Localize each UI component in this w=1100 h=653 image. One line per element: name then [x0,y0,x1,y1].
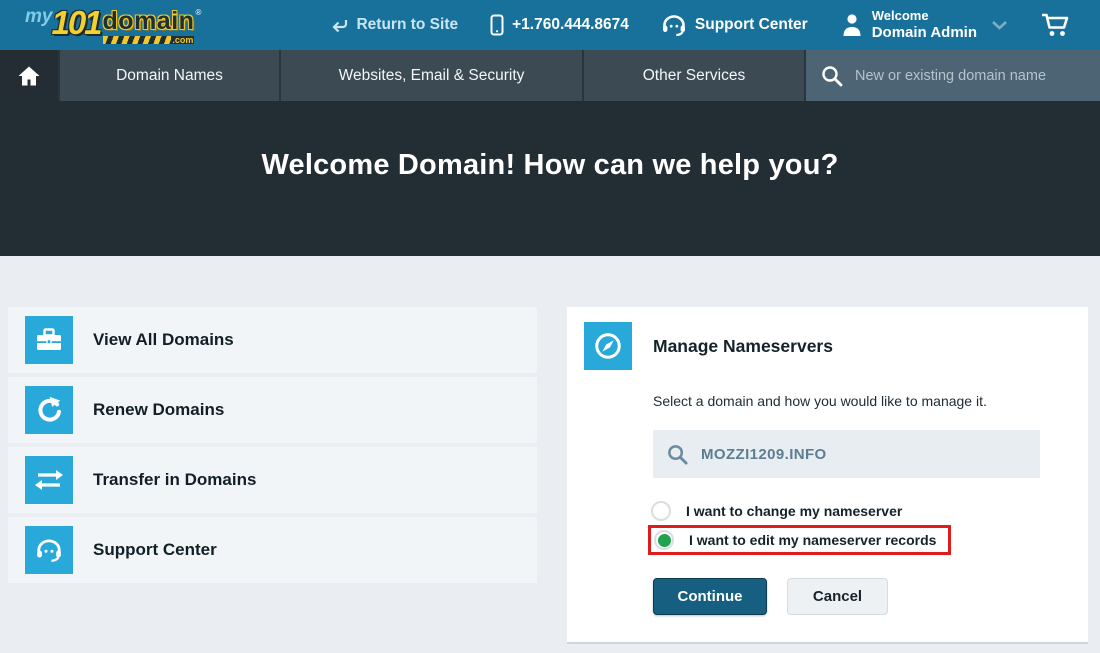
cart-button[interactable] [1040,12,1070,38]
transfer-icon [25,456,73,504]
quick-actions-list: View All Domains Renew Domains Transfer … [8,307,537,587]
logo-101: 101 [51,7,100,38]
phone-link[interactable]: +1.760.444.8674 [490,14,629,36]
home-icon [17,65,41,87]
sidebar-item-label: View All Domains [93,330,234,350]
mobile-phone-icon [490,14,504,36]
sidebar-item-label: Renew Domains [93,400,224,420]
topbar-actions: Return to Site +1.760.444.8674 Support C… [331,9,1100,41]
logo-stripes: .com [103,36,195,44]
sidebar-item-support-center[interactable]: Support Center [8,517,537,583]
sidebar-item-renew-domains[interactable]: Renew Domains [8,377,537,443]
account-menu[interactable]: Welcome Domain Admin [840,9,1008,41]
radio-label: I want to edit my nameserver records [689,532,936,548]
hero-banner: Welcome Domain! How can we help you? [0,101,1100,256]
welcome-label: Welcome [872,8,929,23]
nav-tab-label: Domain Names [116,67,223,85]
domain-select-field[interactable] [653,430,1040,478]
sidebar-item-view-all-domains[interactable]: View All Domains [8,307,537,373]
headset-icon [661,13,687,37]
compass-icon [584,322,632,370]
domain-search-bar[interactable] [804,50,1100,101]
support-center-link[interactable]: Support Center [661,13,808,37]
return-to-site-link[interactable]: Return to Site [331,16,458,34]
support-center-label: Support Center [695,16,808,34]
radio-button-selected[interactable] [654,530,674,550]
phone-number: +1.760.444.8674 [512,16,629,34]
radio-button-unselected[interactable] [651,501,671,521]
hero-title: Welcome Domain! How can we help you? [261,149,838,256]
account-name: Domain Admin [872,24,977,41]
continue-button[interactable]: Continue [653,578,767,615]
sidebar-item-label: Transfer in Domains [93,470,256,490]
site-logo[interactable]: my 101 domain .com ® [25,6,201,44]
logo-domain: domain [103,9,195,34]
panel-title: Manage Nameservers [653,336,833,357]
briefcase-icon [25,316,73,364]
user-icon [840,12,864,38]
main-nav: Domain Names Websites, Email & Security … [0,50,1100,101]
registered-mark: ® [195,8,201,17]
search-icon [820,64,844,88]
nav-tab-label: Other Services [643,67,746,85]
renew-icon [25,386,73,434]
logo-my: my [25,6,52,28]
logo-com: .com [171,36,194,44]
nav-tab-other-services[interactable]: Other Services [582,50,804,101]
panel-subtitle: Select a domain and how you would like t… [653,393,1088,409]
panel-header: Manage Nameservers [567,307,1088,370]
sidebar-item-transfer-in-domains[interactable]: Transfer in Domains [8,447,537,513]
panel-actions: Continue Cancel [653,578,1088,615]
search-icon [666,443,689,466]
top-bar: my 101 domain .com ® Return to Site +1.7… [0,0,1100,50]
radio-label: I want to change my nameserver [686,503,902,519]
chevron-down-icon [991,20,1008,31]
highlight-annotation: I want to edit my nameserver records [648,525,951,555]
domain-input[interactable] [701,446,1001,463]
headset-icon [25,526,73,574]
nav-tab-domain-names[interactable]: Domain Names [58,50,279,101]
nav-tab-websites-email-security[interactable]: Websites, Email & Security [279,50,582,101]
radio-option-edit-records[interactable]: I want to edit my nameserver records [654,530,936,550]
return-to-site-label: Return to Site [356,16,458,34]
nav-search-input[interactable] [855,68,1085,84]
nav-tab-label: Websites, Email & Security [339,67,525,85]
radio-dot [658,534,671,547]
return-arrow-icon [331,18,348,33]
sidebar-item-label: Support Center [93,540,217,560]
cancel-button[interactable]: Cancel [787,578,888,615]
manage-nameservers-panel: Manage Nameservers Select a domain and h… [567,307,1088,644]
cart-icon [1040,12,1070,38]
radio-option-change-nameserver[interactable]: I want to change my nameserver [651,501,1088,521]
home-tab[interactable] [0,50,58,101]
